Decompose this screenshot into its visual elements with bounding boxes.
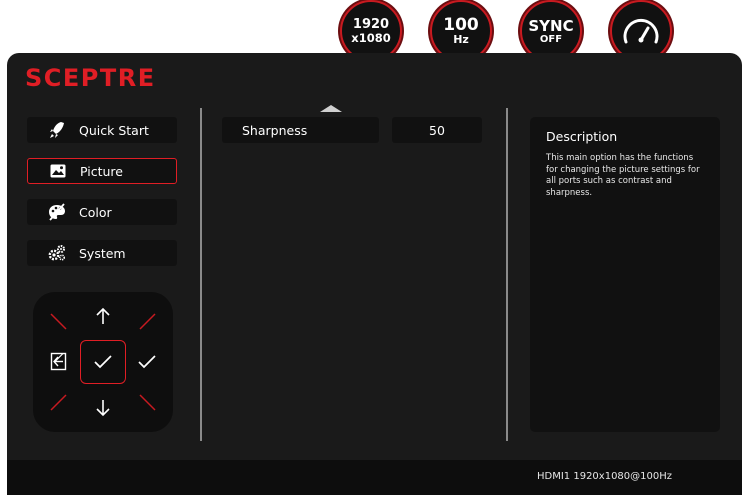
navigation-pad (33, 292, 173, 432)
arrow-down-icon[interactable] (93, 398, 113, 418)
confirm-button[interactable] (80, 340, 126, 384)
menu-item-picture[interactable]: Picture (27, 158, 177, 184)
diagonal-bottom-left (50, 394, 67, 411)
menu-item-label: Quick Start (79, 122, 149, 138)
sync-badge-line2: OFF (539, 33, 563, 45)
osd-window: SCEPTRE Quick Start Picture Color System… (7, 53, 742, 495)
confirm-check-icon (94, 355, 112, 369)
resolution-badge-line2: x1080 (351, 30, 391, 45)
menu-item-quick-start[interactable]: Quick Start (27, 117, 177, 143)
menu-item-label: System (79, 245, 126, 261)
sync-badge-line1: SYNC (528, 16, 574, 35)
menu-item-label: Picture (80, 163, 123, 179)
refresh-rate-badge-line2: Hz (453, 33, 469, 46)
setting-value: 50 (429, 122, 445, 138)
menu-item-color[interactable]: Color (27, 199, 177, 225)
exit-icon[interactable] (50, 352, 68, 372)
description-panel: Description This main option has the fun… (530, 117, 720, 432)
resolution-badge-line1: 1920 (352, 16, 390, 32)
refresh-rate-badge-line1: 100 (443, 15, 479, 35)
scroll-up-indicator[interactable] (320, 105, 342, 112)
setting-row-sharpness-value[interactable]: 50 (392, 117, 482, 143)
description-text: This main option has the functions for c… (546, 153, 700, 198)
status-bar: HDMI1 1920x1080@100Hz (7, 460, 742, 495)
picture-icon (48, 161, 68, 181)
diagonal-bottom-right (139, 394, 156, 411)
rocket-icon (47, 120, 67, 140)
menu-item-system[interactable]: System (27, 240, 177, 266)
setting-label: Sharpness (242, 122, 308, 138)
check-icon[interactable] (137, 354, 157, 370)
gears-icon (47, 243, 67, 263)
logo-text: SCEPTRE (25, 65, 156, 89)
palette-icon (47, 202, 67, 222)
arrow-up-icon[interactable] (93, 306, 113, 326)
input-status-text: HDMI1 1920x1080@100Hz (537, 471, 673, 482)
right-divider (506, 108, 508, 441)
diagonal-top-right (139, 313, 156, 330)
diagonal-top-left (50, 313, 67, 330)
description-title: Description (546, 129, 618, 144)
left-divider (200, 108, 202, 441)
menu-item-label: Color (79, 204, 112, 220)
setting-row-sharpness-label[interactable]: Sharpness (222, 117, 379, 143)
speedometer-icon (623, 19, 659, 44)
sceptre-logo: SCEPTRE (25, 65, 156, 89)
